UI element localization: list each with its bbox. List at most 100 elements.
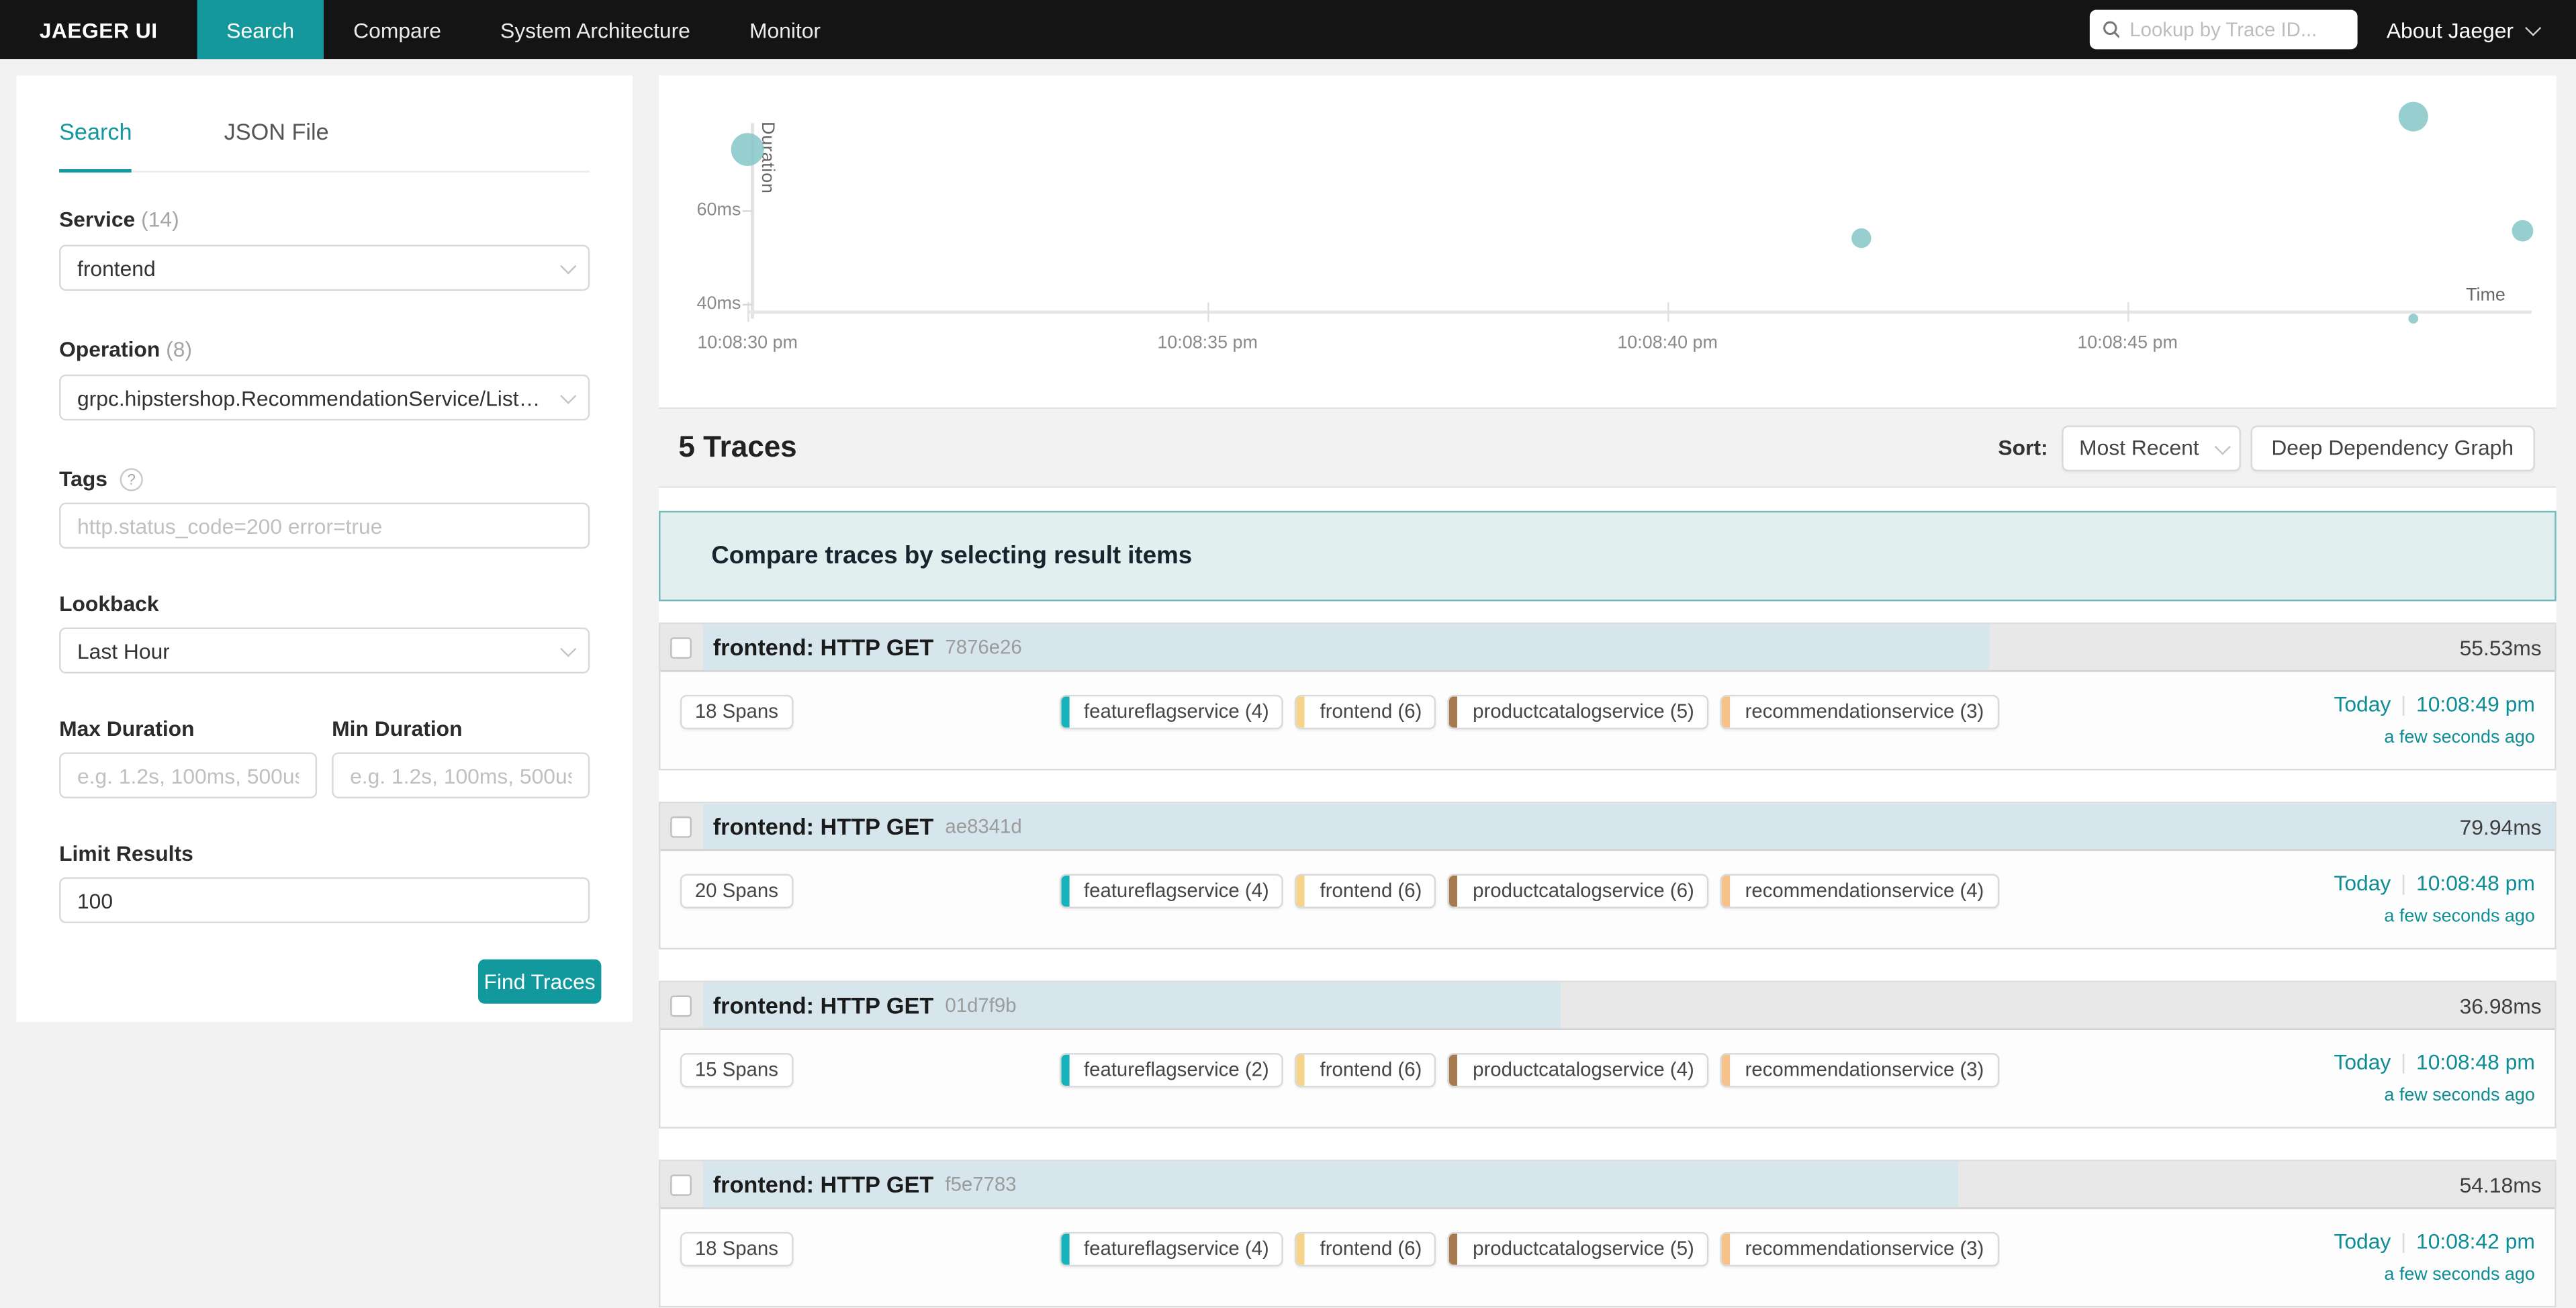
min-duration-input[interactable] bbox=[332, 752, 590, 798]
chevron-down-icon bbox=[560, 258, 576, 274]
trace-scatter-dot[interactable] bbox=[2398, 102, 2428, 132]
trace-card-header[interactable]: frontend: HTTP GET 01d7f9b 36.98ms bbox=[660, 982, 2555, 1030]
trace-relative-time: a few seconds ago bbox=[2334, 1265, 2534, 1284]
timestamp-divider: | bbox=[2401, 1229, 2406, 1254]
lookback-select[interactable]: Last Hour bbox=[59, 628, 590, 674]
service-tag-label: recommendationservice (3) bbox=[1745, 700, 1984, 722]
lookback-label: Lookback bbox=[59, 592, 590, 616]
y-tick-label: 60ms bbox=[685, 200, 741, 220]
service-color-strip bbox=[1297, 876, 1305, 906]
trace-relative-time: a few seconds ago bbox=[2334, 906, 2534, 926]
trace-scatter-dot[interactable] bbox=[2407, 313, 2418, 323]
service-tag-pill: frontend (6) bbox=[1295, 695, 1437, 729]
service-color-strip bbox=[1297, 1055, 1305, 1086]
operation-value: grpc.hipstershop.RecommendationService/L… bbox=[77, 385, 545, 410]
trace-card: frontend: HTTP GET 7876e26 55.53ms 18 Sp… bbox=[659, 622, 2557, 770]
trace-checkbox-cell bbox=[660, 982, 703, 1029]
trace-scatter-dot[interactable] bbox=[1851, 228, 1870, 247]
trace-timestamp: Today|10:08:49 pm a few seconds ago bbox=[2334, 692, 2534, 747]
max-duration-group: Max Duration bbox=[59, 716, 317, 798]
max-duration-input[interactable] bbox=[59, 752, 317, 798]
tab-search[interactable]: Search bbox=[59, 118, 132, 173]
trace-card: frontend: HTTP GET 01d7f9b 36.98ms 15 Sp… bbox=[659, 981, 2557, 1129]
trace-time: 10:08:48 pm bbox=[2416, 871, 2535, 896]
chevron-down-icon bbox=[560, 388, 576, 404]
sort-value: Most Recent bbox=[2079, 435, 2199, 460]
service-tag-pill: frontend (6) bbox=[1295, 1053, 1437, 1087]
trace-timestamp: Today|10:08:48 pm a few seconds ago bbox=[2334, 1049, 2534, 1105]
deep-dependency-graph-button[interactable]: Deep Dependency Graph bbox=[2250, 424, 2535, 471]
compare-banner-text: Compare traces by selecting result items bbox=[711, 542, 1192, 570]
service-color-strip bbox=[1297, 696, 1305, 727]
service-tag-label: frontend (6) bbox=[1320, 1237, 1422, 1260]
service-tag-pill: featureflagservice (4) bbox=[1059, 695, 1283, 729]
service-color-strip bbox=[1450, 1055, 1458, 1086]
span-count-pill: 18 Spans bbox=[680, 1232, 793, 1266]
service-select[interactable]: frontend bbox=[59, 245, 590, 291]
trace-time: 10:08:48 pm bbox=[2416, 1049, 2535, 1074]
trace-id: 7876e26 bbox=[945, 636, 1021, 659]
trace-name: frontend: HTTP GET bbox=[713, 634, 934, 660]
tab-json-file[interactable]: JSON File bbox=[224, 118, 329, 171]
sort-select[interactable]: Most Recent bbox=[2061, 424, 2240, 471]
trace-relative-time: a few seconds ago bbox=[2334, 728, 2534, 747]
service-color-strip bbox=[1061, 696, 1069, 727]
x-axis-label: Time bbox=[2466, 286, 2505, 306]
limit-results-input[interactable] bbox=[59, 877, 590, 923]
trace-compare-checkbox[interactable] bbox=[670, 816, 692, 838]
find-traces-button[interactable]: Find Traces bbox=[478, 960, 601, 1004]
search-panel: Search JSON File Service (14) frontend O… bbox=[16, 76, 632, 1022]
min-duration-group: Min Duration bbox=[332, 716, 590, 798]
trace-card: frontend: HTTP GET f5e7783 54.18ms 18 Sp… bbox=[659, 1160, 2557, 1307]
operation-count: (8) bbox=[166, 337, 192, 362]
trace-card-body: 20 Spans featureflagservice (4)frontend … bbox=[660, 851, 2555, 949]
service-color-strip bbox=[1722, 876, 1730, 906]
trace-card-header[interactable]: frontend: HTTP GET f5e7783 54.18ms bbox=[660, 1162, 2555, 1209]
trace-card: frontend: HTTP GET ae8341d 79.94ms 20 Sp… bbox=[659, 802, 2557, 949]
trace-time: 10:08:49 pm bbox=[2416, 692, 2535, 716]
timestamp-divider: | bbox=[2401, 1049, 2406, 1074]
service-color-strip bbox=[1450, 696, 1458, 727]
span-count-pill: 18 Spans bbox=[680, 695, 793, 729]
service-tag-pill: recommendationservice (3) bbox=[1720, 1232, 1998, 1266]
max-duration-label: Max Duration bbox=[59, 716, 317, 741]
service-tag-pill: featureflagservice (2) bbox=[1059, 1053, 1283, 1087]
trace-duration: 55.53ms bbox=[2460, 624, 2542, 671]
trace-duration: 36.98ms bbox=[2460, 982, 2542, 1029]
trace-compare-checkbox[interactable] bbox=[670, 637, 692, 659]
service-tag-pill: recommendationservice (3) bbox=[1720, 1053, 1998, 1087]
service-tag-pill: productcatalogservice (4) bbox=[1448, 1053, 1708, 1087]
trace-compare-checkbox[interactable] bbox=[670, 996, 692, 1017]
trace-day: Today bbox=[2334, 1229, 2391, 1254]
trace-card-header[interactable]: frontend: HTTP GET 7876e26 55.53ms bbox=[660, 624, 2555, 672]
trace-title: frontend: HTTP GET ae8341d bbox=[713, 803, 1022, 849]
service-color-strip bbox=[1061, 1055, 1069, 1086]
service-count: (14) bbox=[141, 207, 179, 232]
service-color-strip bbox=[1061, 876, 1069, 906]
service-color-strip bbox=[1722, 1233, 1730, 1264]
service-tag-label: featureflagservice (2) bbox=[1084, 1058, 1269, 1081]
service-value: frontend bbox=[77, 255, 156, 280]
trace-scatter-dot[interactable] bbox=[731, 133, 764, 166]
main-content: Duration Time 10:08:30 pm10:08:35 pm10:0… bbox=[659, 0, 2557, 1308]
service-color-strip bbox=[1450, 876, 1458, 906]
y-tick-mark bbox=[743, 210, 753, 212]
chevron-down-icon bbox=[2214, 438, 2230, 454]
trace-card-header[interactable]: frontend: HTTP GET ae8341d 79.94ms bbox=[660, 803, 2555, 851]
service-tag-label: featureflagservice (4) bbox=[1084, 1237, 1269, 1260]
service-tag-label: recommendationservice (3) bbox=[1745, 1058, 1984, 1081]
service-tag-label: frontend (6) bbox=[1320, 879, 1422, 902]
service-tag-label: recommendationservice (4) bbox=[1745, 879, 1984, 902]
x-axis-line bbox=[747, 310, 2532, 314]
nav-item-search[interactable]: Search bbox=[197, 0, 324, 59]
trace-scatter-dot[interactable] bbox=[2512, 221, 2534, 242]
results-tools: Sort: Most Recent Deep Dependency Graph bbox=[1998, 424, 2534, 471]
x-tick-mark bbox=[2127, 302, 2129, 322]
nav-item-compare[interactable]: Compare bbox=[324, 0, 471, 59]
app-brand[interactable]: JAEGER UI bbox=[0, 0, 197, 59]
trace-compare-checkbox[interactable] bbox=[670, 1174, 692, 1196]
tags-input[interactable] bbox=[59, 503, 590, 549]
help-icon[interactable]: ? bbox=[120, 468, 143, 491]
y-tick-label: 40ms bbox=[685, 294, 741, 314]
operation-select[interactable]: grpc.hipstershop.RecommendationService/L… bbox=[59, 375, 590, 421]
